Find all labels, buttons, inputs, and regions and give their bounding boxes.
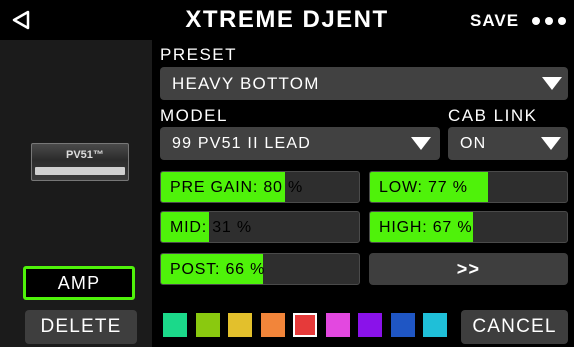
color-swatch[interactable]: [163, 313, 187, 337]
model-dropdown[interactable]: 99 PV51 II LEAD: [160, 127, 440, 160]
amp-thumbnail: PV51™: [31, 143, 129, 181]
pre-gain-text: PRE GAIN: 80 %: [170, 179, 304, 196]
cab-link-dropdown[interactable]: ON: [448, 127, 568, 160]
amp-knob-strip: [35, 167, 125, 175]
preset-dropdown[interactable]: HEAVY BOTTOM: [160, 67, 568, 100]
more-options-icon[interactable]: [532, 17, 568, 25]
side-panel: [0, 40, 152, 347]
chevron-down-icon: [542, 77, 562, 90]
color-swatch[interactable]: [228, 313, 252, 337]
chevron-down-icon: [541, 137, 561, 150]
cancel-button[interactable]: CANCEL: [461, 310, 568, 344]
color-swatch[interactable]: [391, 313, 415, 337]
pre-gain-slider[interactable]: PRE GAIN: 80 %: [160, 171, 360, 203]
high-slider[interactable]: HIGH: 67 %: [369, 211, 568, 243]
post-slider[interactable]: POST: 66 %: [160, 253, 360, 285]
mid-slider[interactable]: MID: 31 %: [160, 211, 360, 243]
model-value: 99 PV51 II LEAD: [172, 134, 311, 152]
color-swatch[interactable]: [326, 313, 350, 337]
low-text: LOW: 77 %: [379, 179, 468, 196]
delete-button[interactable]: DELETE: [25, 310, 137, 344]
color-swatch[interactable]: [261, 313, 285, 337]
low-slider[interactable]: LOW: 77 %: [369, 171, 568, 203]
color-swatch[interactable]: [423, 313, 447, 337]
post-text: POST: 66 %: [170, 261, 266, 278]
high-text: HIGH: 67 %: [379, 219, 473, 236]
amp-button[interactable]: AMP: [23, 266, 135, 300]
model-label: MODEL: [160, 106, 228, 125]
color-swatch[interactable]: [358, 313, 382, 337]
save-button[interactable]: SAVE: [470, 11, 519, 31]
cab-link-label: CAB LINK: [448, 106, 538, 125]
color-swatch[interactable]: [293, 313, 317, 337]
color-swatch[interactable]: [196, 313, 220, 337]
mid-text: MID: 31 %: [170, 219, 252, 236]
cab-link-value: ON: [460, 134, 487, 152]
preset-value: HEAVY BOTTOM: [172, 73, 320, 93]
amp-brand-label: PV51™: [66, 149, 104, 161]
preset-label: PRESET: [160, 45, 238, 64]
next-page-button[interactable]: >>: [369, 253, 568, 285]
chevron-down-icon: [411, 137, 431, 150]
